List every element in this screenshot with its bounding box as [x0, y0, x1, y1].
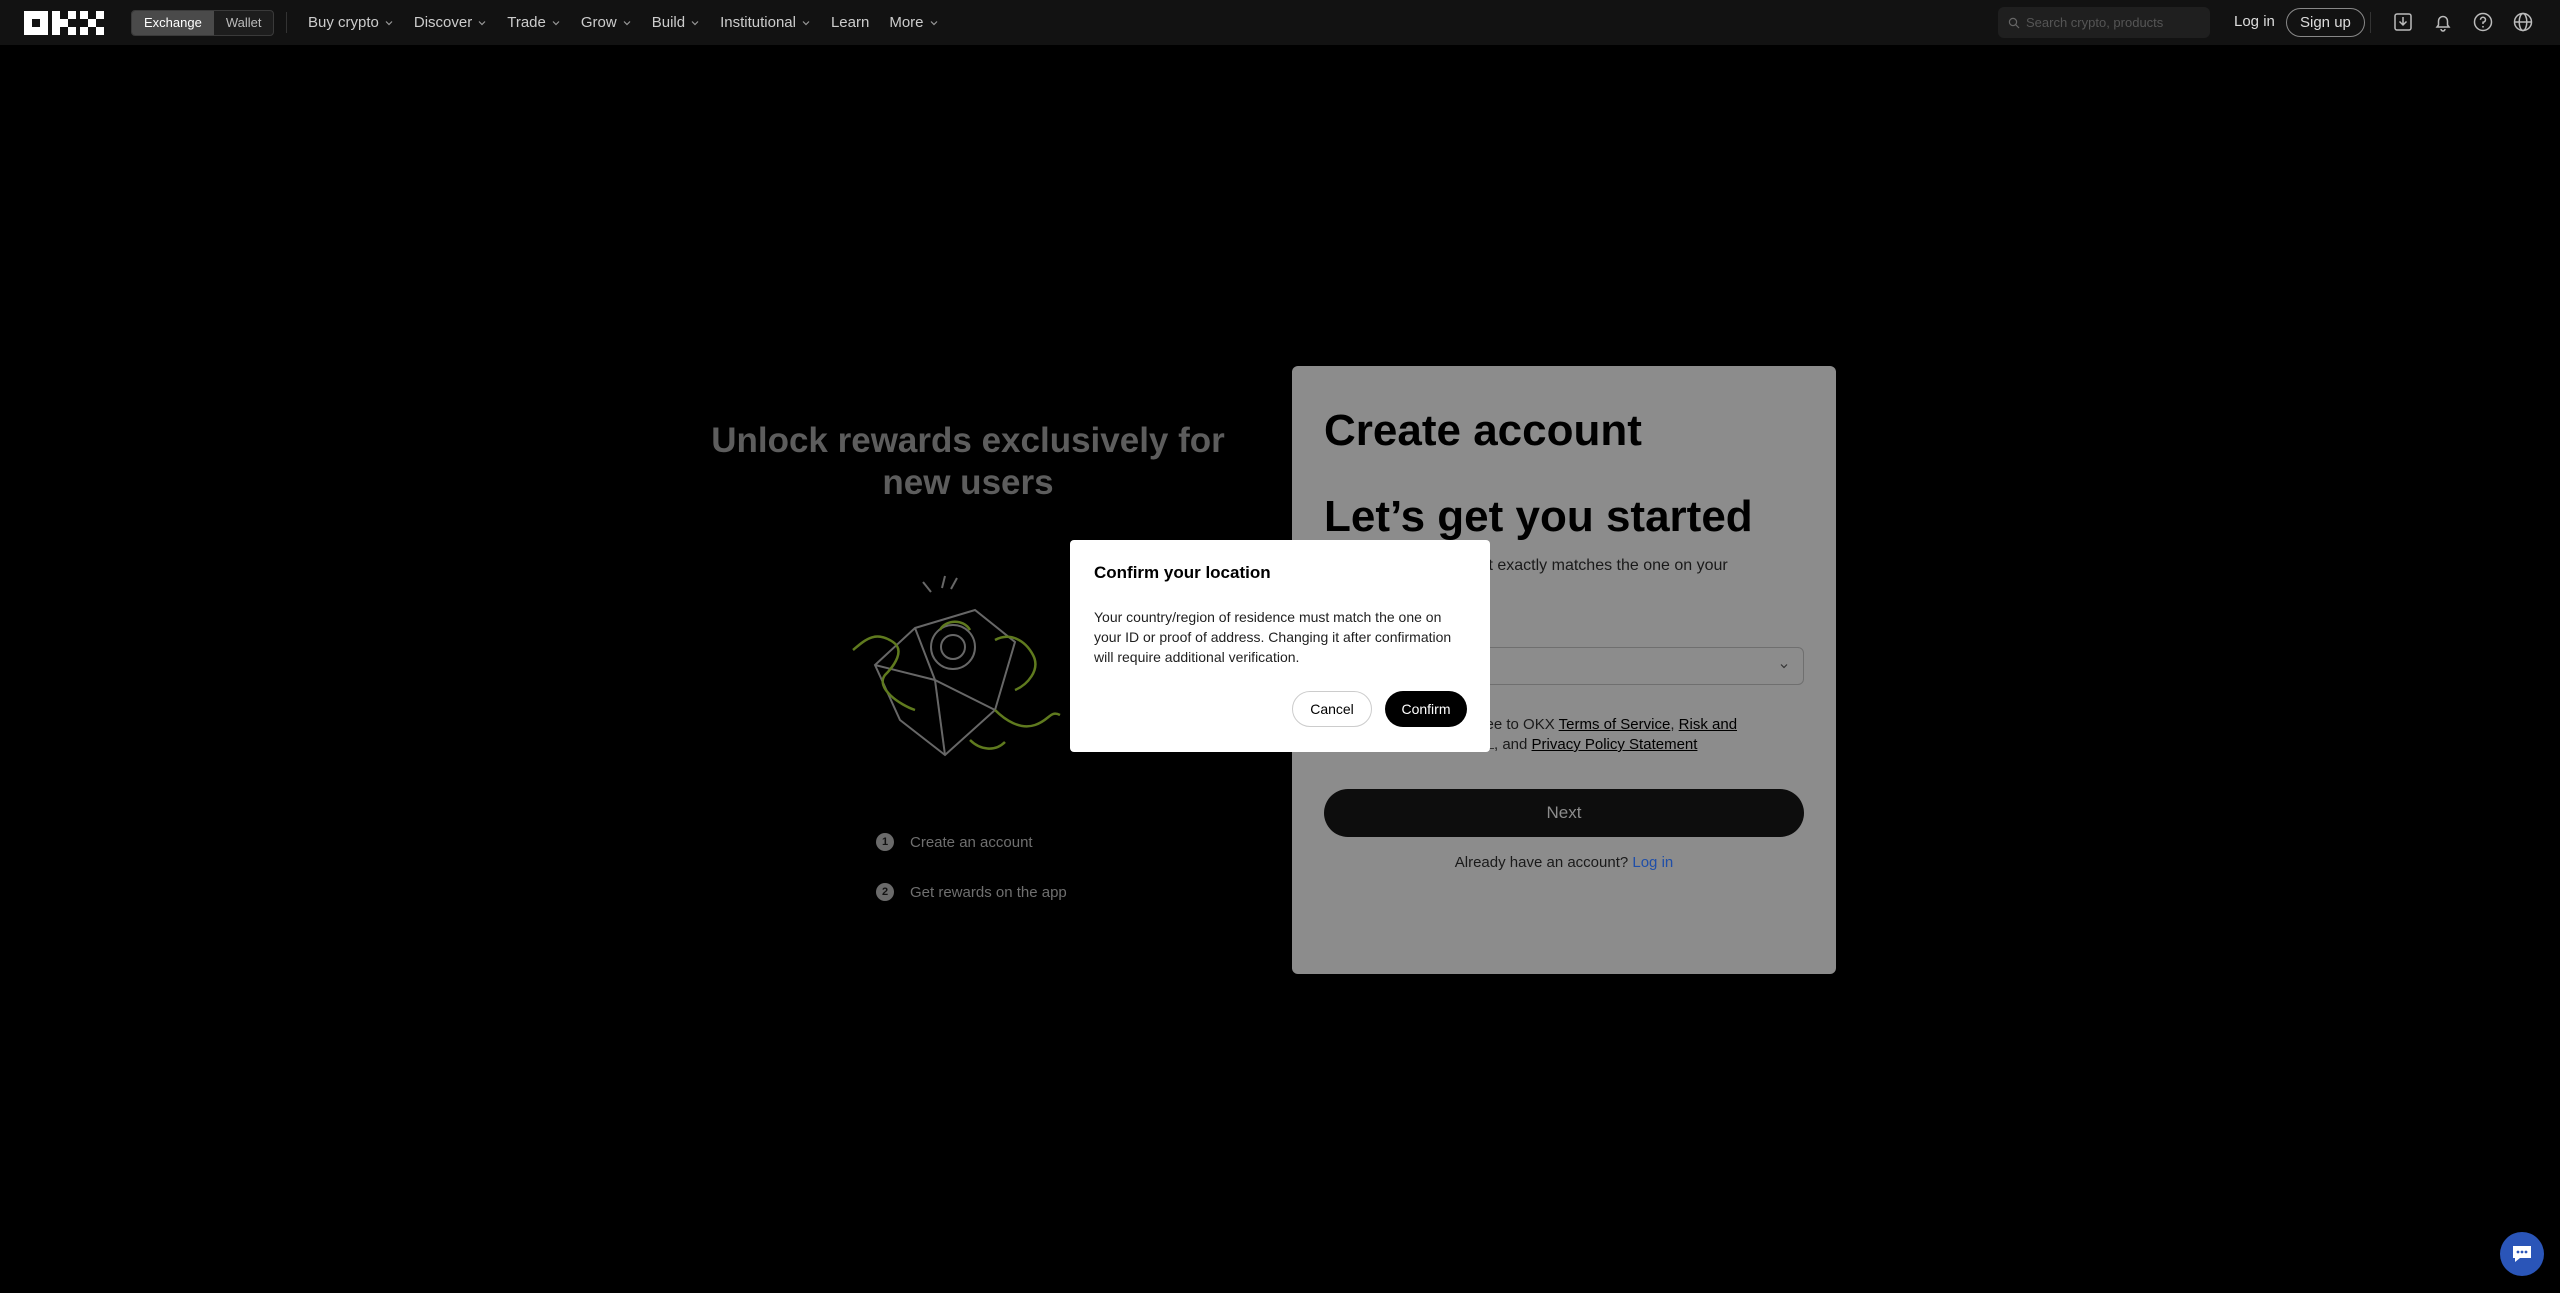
chevron-down-icon: [623, 20, 631, 25]
menu-more[interactable]: More: [889, 14, 938, 31]
menu-grow[interactable]: Grow: [581, 14, 632, 31]
search-input[interactable]: [2026, 15, 2196, 30]
modal-body: Your country/region of residence must ma…: [1094, 609, 1452, 665]
next-button[interactable]: Next: [1324, 789, 1804, 837]
step-number: 1: [876, 833, 894, 851]
card-login-link[interactable]: Log in: [1632, 854, 1673, 871]
chevron-down-icon: [552, 20, 560, 25]
chevron-down-icon: [1780, 664, 1788, 669]
step-label: Create an account: [910, 833, 1033, 851]
privacy-policy-link[interactable]: Privacy Policy Statement: [1532, 736, 1698, 753]
top-nav: Exchange Wallet Buy crypto Discover Trad…: [0, 0, 2560, 45]
step-label: Get rewards on the app: [910, 883, 1067, 901]
chevron-down-icon: [385, 20, 393, 25]
chevron-down-icon: [930, 20, 937, 25]
wallet-tab[interactable]: Wallet: [214, 11, 274, 35]
already-have-account: Already have an account? Log in: [1292, 854, 1836, 871]
terms-of-service-link[interactable]: Terms of Service: [1559, 716, 1671, 733]
menu-trade-label: Trade: [507, 14, 546, 31]
exchange-tab[interactable]: Exchange: [132, 11, 214, 35]
step-item: 1 Create an account: [876, 832, 1067, 852]
exchange-wallet-toggle: Exchange Wallet: [131, 10, 275, 36]
search-box: [1998, 7, 2210, 38]
risk-disclosure-link[interactable]: Risk and: [1679, 716, 1737, 733]
download-icon[interactable]: [2392, 11, 2414, 33]
terms-separator: , and: [1494, 736, 1532, 753]
menu-buy-crypto[interactable]: Buy crypto: [308, 14, 394, 31]
menu-institutional-label: Institutional: [720, 14, 796, 31]
search-icon: [2008, 17, 2020, 28]
nav-divider: [286, 12, 287, 33]
confirm-button[interactable]: Confirm: [1385, 691, 1467, 727]
menu-learn[interactable]: Learn: [831, 14, 869, 31]
okx-logo-icon[interactable]: [24, 11, 104, 35]
page: Exchange Wallet Buy crypto Discover Trad…: [0, 0, 2560, 1293]
chevron-down-icon: [478, 20, 486, 25]
confirm-location-modal: Confirm your location Your country/regio…: [1070, 540, 1490, 752]
menu-grow-label: Grow: [580, 14, 617, 31]
menu-more-label: More: [889, 14, 924, 31]
step-item: 2 Get rewards on the app: [876, 882, 1067, 902]
menu-build[interactable]: Build: [652, 14, 700, 31]
menu-buy-crypto-label: Buy crypto: [308, 14, 379, 31]
signup-button[interactable]: Sign up: [2286, 8, 2365, 37]
main-menu: Buy crypto Discover Trade Grow Build Ins…: [308, 0, 959, 45]
nav-divider: [2370, 12, 2371, 33]
menu-discover[interactable]: Discover: [414, 14, 487, 31]
step-number: 2: [876, 883, 894, 901]
menu-build-label: Build: [651, 14, 686, 31]
steps-list: 1 Create an account 2 Get rewards on the…: [876, 832, 1067, 932]
login-link[interactable]: Log in: [2234, 13, 2275, 30]
card-title: Create account: [1324, 406, 1642, 455]
menu-learn-label: Learn: [830, 14, 870, 31]
globe-icon[interactable]: [2512, 11, 2534, 33]
chevron-down-icon: [691, 20, 699, 25]
chat-icon: [2513, 1246, 2531, 1262]
modal-title: Confirm your location: [1094, 563, 1271, 582]
terms-separator: ,: [1670, 716, 1679, 733]
menu-institutional[interactable]: Institutional: [720, 14, 811, 31]
help-icon[interactable]: [2472, 11, 2494, 33]
bell-icon[interactable]: [2432, 11, 2454, 33]
card-subtitle: Let’s get you started: [1324, 492, 1753, 541]
menu-trade[interactable]: Trade: [507, 14, 561, 31]
chevron-down-icon: [802, 20, 810, 25]
cancel-button[interactable]: Cancel: [1292, 691, 1372, 727]
already-text: Already have an account?: [1454, 854, 1629, 871]
gift-box-illustration: [852, 575, 1061, 757]
chat-support-button[interactable]: [2500, 1232, 2544, 1276]
menu-discover-label: Discover: [413, 14, 473, 31]
hero-title: Unlock rewards exclusively for new users: [711, 421, 1225, 502]
